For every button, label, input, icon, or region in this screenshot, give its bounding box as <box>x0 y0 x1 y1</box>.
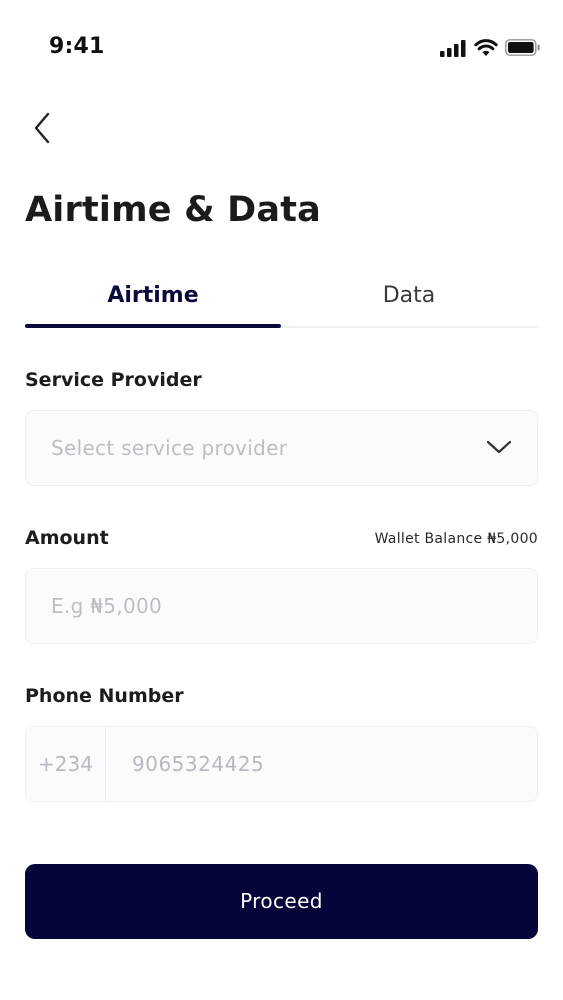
service-provider-label: Service Provider <box>25 369 202 391</box>
battery-icon <box>505 39 540 56</box>
page-title: Airtime & Data <box>25 190 321 230</box>
phone-number-field: +234 9065324425 <box>25 726 538 802</box>
chevron-left-icon <box>34 112 50 144</box>
proceed-button[interactable]: Proceed <box>25 864 538 939</box>
amount-placeholder: E.g ₦5,000 <box>51 594 163 618</box>
phone-number-input[interactable]: 9065324425 <box>132 727 264 801</box>
back-button[interactable] <box>30 111 58 145</box>
country-code[interactable]: +234 <box>26 727 106 801</box>
service-provider-select[interactable]: Select service provider <box>25 410 538 486</box>
wifi-icon <box>474 39 498 56</box>
airtime-data-screen: 9:41 Airtime & Data Airtime Data Service… <box>0 0 563 1000</box>
amount-label: Amount <box>25 527 109 549</box>
tab-bar: Airtime Data <box>25 278 538 328</box>
status-time: 9:41 <box>49 34 105 59</box>
active-tab-indicator <box>25 324 281 328</box>
amount-input[interactable]: E.g ₦5,000 <box>25 568 538 644</box>
tab-data[interactable]: Data <box>281 278 537 328</box>
tab-airtime[interactable]: Airtime <box>25 278 281 328</box>
wallet-balance: Wallet Balance ₦5,000 <box>374 531 538 547</box>
phone-number-label: Phone Number <box>25 685 184 707</box>
signal-icon <box>440 40 466 57</box>
service-provider-placeholder: Select service provider <box>51 436 288 460</box>
chevron-down-icon[interactable] <box>486 438 512 456</box>
